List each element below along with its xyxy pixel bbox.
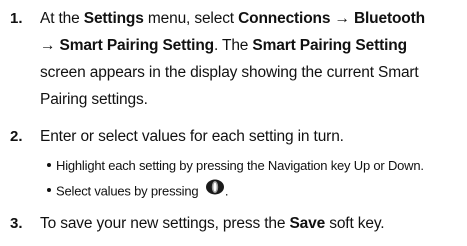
bullet-text-end: .: [224, 183, 229, 199]
step-number: 3.: [10, 215, 23, 232]
bullet-text: Select values by pressing: [56, 183, 199, 199]
bullet-icon: [47, 162, 51, 167]
step-text: At the Settings menu, select Connections…: [40, 5, 452, 113]
bullet-item: Highlight each setting by pressing the N…: [47, 156, 467, 176]
text-run: soft key.: [325, 215, 385, 232]
bullet-item: Select values by pressing .: [47, 179, 467, 203]
step-text: To save your new settings, press the Sav…: [40, 210, 452, 237]
text-run: . The: [213, 37, 253, 54]
step-line: → Smart Pairing Setting. The Smart Pairi…: [40, 32, 452, 59]
soft-key-name-save: Save: [289, 215, 326, 232]
step-line: screen appears in the display showing th…: [40, 64, 419, 81]
bullet-text: Highlight each setting by pressing the N…: [56, 158, 424, 173]
navigation-center-key-icon: [205, 179, 225, 201]
instruction-document: 1. At the Settings menu, select Connecti…: [0, 0, 467, 246]
step-number: 1.: [10, 10, 23, 27]
menu-path-connections-bluetooth: Connections → Bluetooth: [238, 10, 425, 27]
screen-name-smart-pairing: Smart Pairing Setting: [252, 37, 407, 54]
text-run: At the: [40, 10, 84, 27]
menu-path-smart-pairing: → Smart Pairing Setting: [40, 37, 214, 54]
text-run: To save your new settings, press the: [40, 215, 290, 232]
text-run: menu, select: [143, 10, 239, 27]
step-text: Enter or select values for each setting …: [40, 128, 344, 145]
step-line: At the Settings menu, select Connections…: [40, 5, 452, 32]
step-number: 2.: [10, 128, 23, 145]
step-line: Pairing settings.: [40, 91, 148, 108]
bullet-icon: [47, 188, 51, 192]
menu-name-settings: Settings: [83, 10, 144, 27]
